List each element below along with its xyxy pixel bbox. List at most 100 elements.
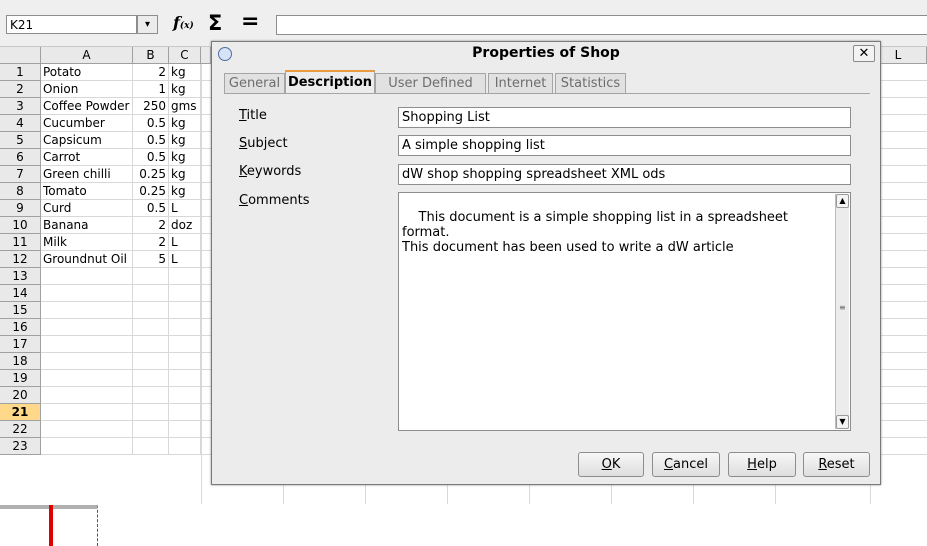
cell-b[interactable]: 2 [133, 234, 169, 251]
cell-a[interactable]: Onion [41, 81, 133, 98]
comments-textarea[interactable]: This document is a simple shopping list … [398, 192, 851, 431]
row-header[interactable]: 14 [0, 285, 41, 302]
close-icon[interactable]: ✕ [853, 45, 875, 62]
help-button[interactable]: Help [728, 452, 796, 477]
cell-b[interactable] [133, 319, 169, 336]
cell-b[interactable]: 0.25 [133, 183, 169, 200]
row-header[interactable]: 13 [0, 268, 41, 285]
cell-a[interactable] [41, 285, 133, 302]
title-field[interactable]: Shopping List [398, 107, 851, 128]
keywords-field[interactable]: dW shop shopping spreadsheet XML ods [398, 164, 851, 185]
row-header[interactable]: 21 [0, 404, 41, 421]
cell-b[interactable] [133, 302, 169, 319]
row-header[interactable]: 7 [0, 166, 41, 183]
cell-b[interactable]: 250 [133, 98, 169, 115]
tab-internet[interactable]: Internet [488, 73, 553, 94]
name-box[interactable]: K21 [6, 15, 137, 34]
cell-b[interactable]: 1 [133, 81, 169, 98]
cell-a[interactable] [41, 353, 133, 370]
cell-c[interactable]: kg [169, 183, 201, 200]
cell-a[interactable] [41, 404, 133, 421]
cell-a[interactable] [41, 370, 133, 387]
cell-c[interactable]: L [169, 251, 201, 268]
cell-c[interactable]: gms [169, 98, 201, 115]
cell-b[interactable]: 5 [133, 251, 169, 268]
dialog-titlebar[interactable]: Properties of Shop ✕ [212, 42, 880, 66]
ok-button[interactable]: OK [578, 452, 644, 477]
cell-a[interactable] [41, 387, 133, 404]
cell-a[interactable] [41, 268, 133, 285]
cell-c[interactable]: kg [169, 81, 201, 98]
row-header[interactable]: 12 [0, 251, 41, 268]
cell-b[interactable] [133, 421, 169, 438]
cell-a[interactable]: Milk [41, 234, 133, 251]
cell-b[interactable] [133, 336, 169, 353]
cell-a[interactable] [41, 302, 133, 319]
row-header[interactable]: 22 [0, 421, 41, 438]
cell-a[interactable] [41, 336, 133, 353]
cell-c[interactable] [169, 285, 201, 302]
cell-b[interactable] [133, 438, 169, 455]
row-header[interactable]: 5 [0, 132, 41, 149]
row-header[interactable]: 15 [0, 302, 41, 319]
subject-field[interactable]: A simple shopping list [398, 135, 851, 156]
sum-icon[interactable]: Σ [208, 11, 222, 35]
name-box-dropdown-icon[interactable]: ▾ [137, 15, 158, 34]
cell-c[interactable] [169, 438, 201, 455]
row-header[interactable]: 3 [0, 98, 41, 115]
cell-b[interactable] [133, 285, 169, 302]
cell-c[interactable] [169, 404, 201, 421]
cell-b[interactable] [133, 268, 169, 285]
cell-a[interactable] [41, 319, 133, 336]
cell-a[interactable]: Coffee Powder [41, 98, 133, 115]
cell-c[interactable]: kg [169, 64, 201, 81]
cell-c[interactable] [169, 336, 201, 353]
row-header[interactable]: 4 [0, 115, 41, 132]
cell-c[interactable] [169, 370, 201, 387]
scroll-down-icon[interactable]: ▼ [836, 415, 849, 429]
cell-a[interactable]: Potato [41, 64, 133, 81]
column-header-b[interactable]: B [133, 47, 169, 64]
row-header[interactable]: 18 [0, 353, 41, 370]
column-header-a[interactable]: A [41, 47, 133, 64]
scroll-up-icon[interactable]: ▲ [836, 194, 849, 208]
cell-b[interactable] [133, 353, 169, 370]
cell-b[interactable]: 0.25 [133, 166, 169, 183]
row-header[interactable]: 6 [0, 149, 41, 166]
tab-description[interactable]: Description [285, 70, 375, 94]
cell-a[interactable]: Capsicum [41, 132, 133, 149]
cell-c[interactable]: L [169, 200, 201, 217]
cell-b[interactable]: 2 [133, 64, 169, 81]
row-header[interactable]: 9 [0, 200, 41, 217]
cell-a[interactable] [41, 421, 133, 438]
cell-c[interactable] [169, 302, 201, 319]
cell-c[interactable] [169, 353, 201, 370]
select-all-corner[interactable] [0, 47, 41, 64]
cell-c[interactable]: L [169, 234, 201, 251]
cell-b[interactable] [133, 404, 169, 421]
row-header[interactable]: 17 [0, 336, 41, 353]
column-header-c[interactable]: C [169, 47, 201, 64]
row-header[interactable]: 10 [0, 217, 41, 234]
cell-c[interactable]: kg [169, 166, 201, 183]
cell-a[interactable]: Curd [41, 200, 133, 217]
row-header[interactable]: 23 [0, 438, 41, 455]
cell-b[interactable]: 0.5 [133, 132, 169, 149]
cell-a[interactable] [41, 438, 133, 455]
row-header[interactable]: 11 [0, 234, 41, 251]
cell-b[interactable]: 0.5 [133, 115, 169, 132]
cell-b[interactable]: 0.5 [133, 149, 169, 166]
cell-c[interactable] [169, 319, 201, 336]
cell-c[interactable]: kg [169, 149, 201, 166]
formula-input[interactable] [276, 15, 927, 35]
reset-button[interactable]: Reset [803, 452, 870, 477]
cell-b[interactable] [133, 387, 169, 404]
scroll-grip-icon[interactable]: ≡ [839, 304, 846, 312]
cell-b[interactable]: 0.5 [133, 200, 169, 217]
row-header[interactable]: 16 [0, 319, 41, 336]
cell-c[interactable] [169, 421, 201, 438]
tab-user-defined[interactable]: User Defined [375, 73, 486, 94]
tab-general[interactable]: General [224, 73, 285, 94]
cell-a[interactable]: Cucumber [41, 115, 133, 132]
cell-b[interactable] [133, 370, 169, 387]
